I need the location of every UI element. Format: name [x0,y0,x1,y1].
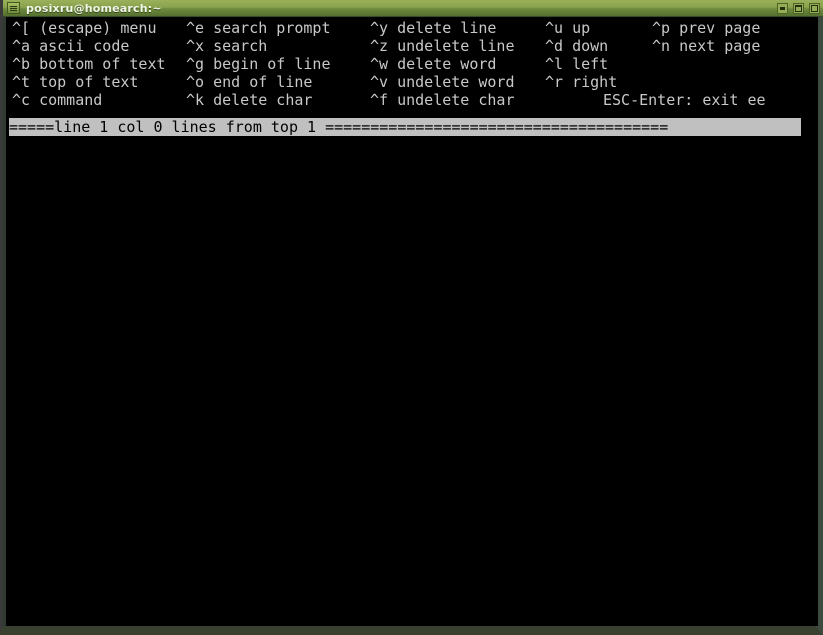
help-key-right: ^r right [545,73,618,91]
terminal-window: posixru@homearch:~ ^[ (escape) menu ^e s… [0,0,823,635]
help-row: ^t top of text ^o end of line ^v undelet… [6,73,617,91]
help-key-delete-word: ^w delete word [370,55,497,73]
help-key-begin-of-line: ^g begin of line [186,55,331,73]
maximize-button[interactable] [793,2,804,14]
help-row: ^a ascii code ^x search ^z undelete line… [6,37,760,55]
ee-editor-help: ^[ (escape) menu ^e search prompt ^y del… [6,17,818,626]
help-key-up: ^u up [545,19,591,37]
help-row: ^c command ^k delete char ^f undelete ch… [6,91,766,109]
help-key-delete-char: ^k delete char [186,91,313,109]
help-key-end-of-line: ^o end of line [186,73,313,91]
window-controls [777,2,820,14]
window-titlebar[interactable]: posixru@homearch:~ [3,0,823,17]
help-key-bottom-of-text: ^b bottom of text [12,55,166,73]
window-title: posixru@homearch:~ [26,1,162,15]
help-key-down: ^d down [545,37,609,55]
minimize-button[interactable] [777,2,788,14]
help-row: ^[ (escape) menu ^e search prompt ^y del… [6,19,760,37]
help-key-undelete-line: ^z undelete line [370,37,515,55]
help-key-escape-menu: ^[ (escape) menu [12,19,157,37]
help-key-next-page: ^n next page [652,37,761,55]
terminal-icon [7,2,20,14]
help-key-search: ^x search [186,37,268,55]
help-key-command: ^c command [12,91,103,109]
terminal-screen[interactable]: ^[ (escape) menu ^e search prompt ^y del… [6,17,818,626]
help-exit-hint: ESC-Enter: exit ee [603,91,766,109]
help-key-undelete-word: ^v undelete word [370,73,515,91]
close-button[interactable] [809,2,820,14]
editor-status-bar: =====line 1 col 0 lines from top 1 =====… [9,118,801,136]
help-key-undelete-char: ^f undelete char [370,91,515,109]
help-key-ascii-code: ^a ascii code [12,37,130,55]
help-key-delete-line: ^y delete line [370,19,497,37]
help-key-search-prompt: ^e search prompt [186,19,331,37]
help-key-top-of-text: ^t top of text [12,73,139,91]
help-key-prev-page: ^p prev page [652,19,761,37]
help-row: ^b bottom of text ^g begin of line ^w de… [6,55,608,73]
help-key-left: ^l left [545,55,609,73]
